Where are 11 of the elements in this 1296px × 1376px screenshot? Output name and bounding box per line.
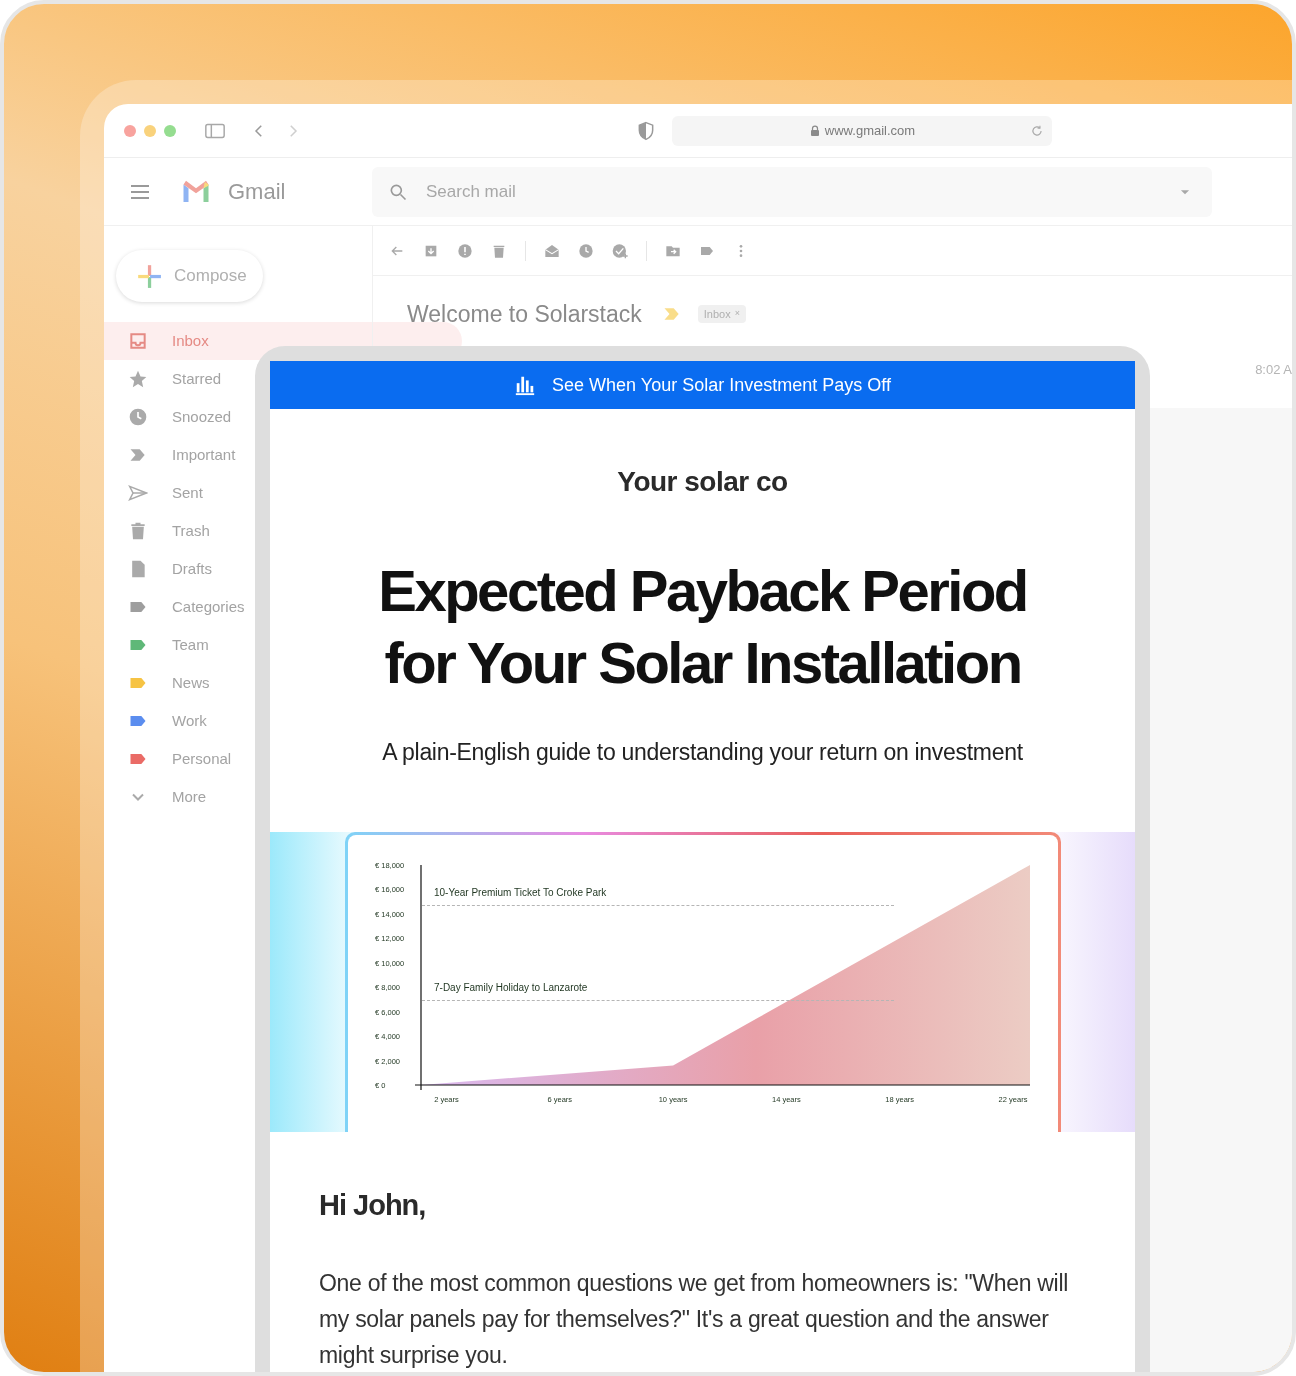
email-time: 8:02 A	[1255, 361, 1292, 379]
annotation-label: 10-Year Premium Ticket To Croke Park	[433, 886, 606, 898]
greeting: Hi John,	[319, 1187, 427, 1223]
annotation-label: 7-Day Family Holiday to Lanzarote	[433, 981, 587, 993]
banner-text: See When Your Solar Investment Pays Off	[552, 373, 891, 397]
app-name: Gmail	[228, 178, 286, 206]
sender-name: Your solar co	[617, 465, 788, 499]
email-headline: Expected Payback Period for Your Solar Installation	[377, 557, 1028, 697]
intro-paragraph: One of the most common questions we get from homeowners is: "When will my solar panels pay for themselves?" It's a great question and the answer might surprise you.	[319, 1269, 1070, 1370]
url-text: www.gmail.com	[824, 121, 916, 140]
email-subtitle: A plain-English guide to understanding your return on investment	[382, 738, 1023, 767]
